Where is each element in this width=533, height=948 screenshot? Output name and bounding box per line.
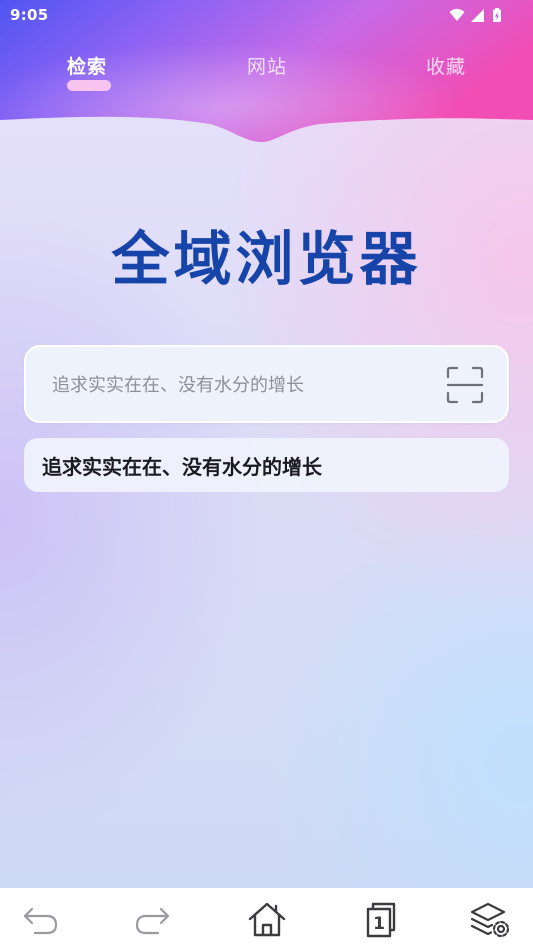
scan-icon[interactable]	[445, 365, 485, 405]
status-bar: 9:05	[0, 0, 533, 30]
tabs-icon[interactable]: 1	[362, 900, 402, 940]
bottom-toolbar: 1	[0, 888, 533, 948]
tab-search[interactable]: 检索	[67, 52, 107, 79]
app-title: 全域浏览器	[111, 225, 422, 293]
tab-websites[interactable]: 网站	[247, 52, 287, 79]
layers-settings-icon[interactable]	[470, 900, 510, 940]
forward-icon[interactable]	[132, 900, 172, 940]
home-icon[interactable]	[247, 900, 287, 940]
status-icons	[449, 6, 505, 24]
tab-active-indicator	[67, 80, 111, 91]
status-time: 9:05	[10, 6, 49, 24]
search-box	[24, 345, 509, 423]
tab-count: 1	[373, 914, 385, 934]
tab-favorites[interactable]: 收藏	[426, 52, 466, 79]
wifi-icon	[449, 7, 465, 23]
top-tabs: 检索 网站 收藏	[0, 48, 533, 98]
search-input[interactable]	[50, 361, 434, 409]
battery-icon	[489, 7, 505, 23]
app-screen: 9:05 检索 网站 收藏 全域浏览器 追求实实在在、没有水分的增长 追求实实在…	[0, 0, 533, 948]
back-icon[interactable]	[21, 900, 61, 940]
suggestion-item[interactable]: 追求实实在在、没有水分的增长	[24, 438, 509, 492]
signal-icon	[469, 7, 485, 23]
